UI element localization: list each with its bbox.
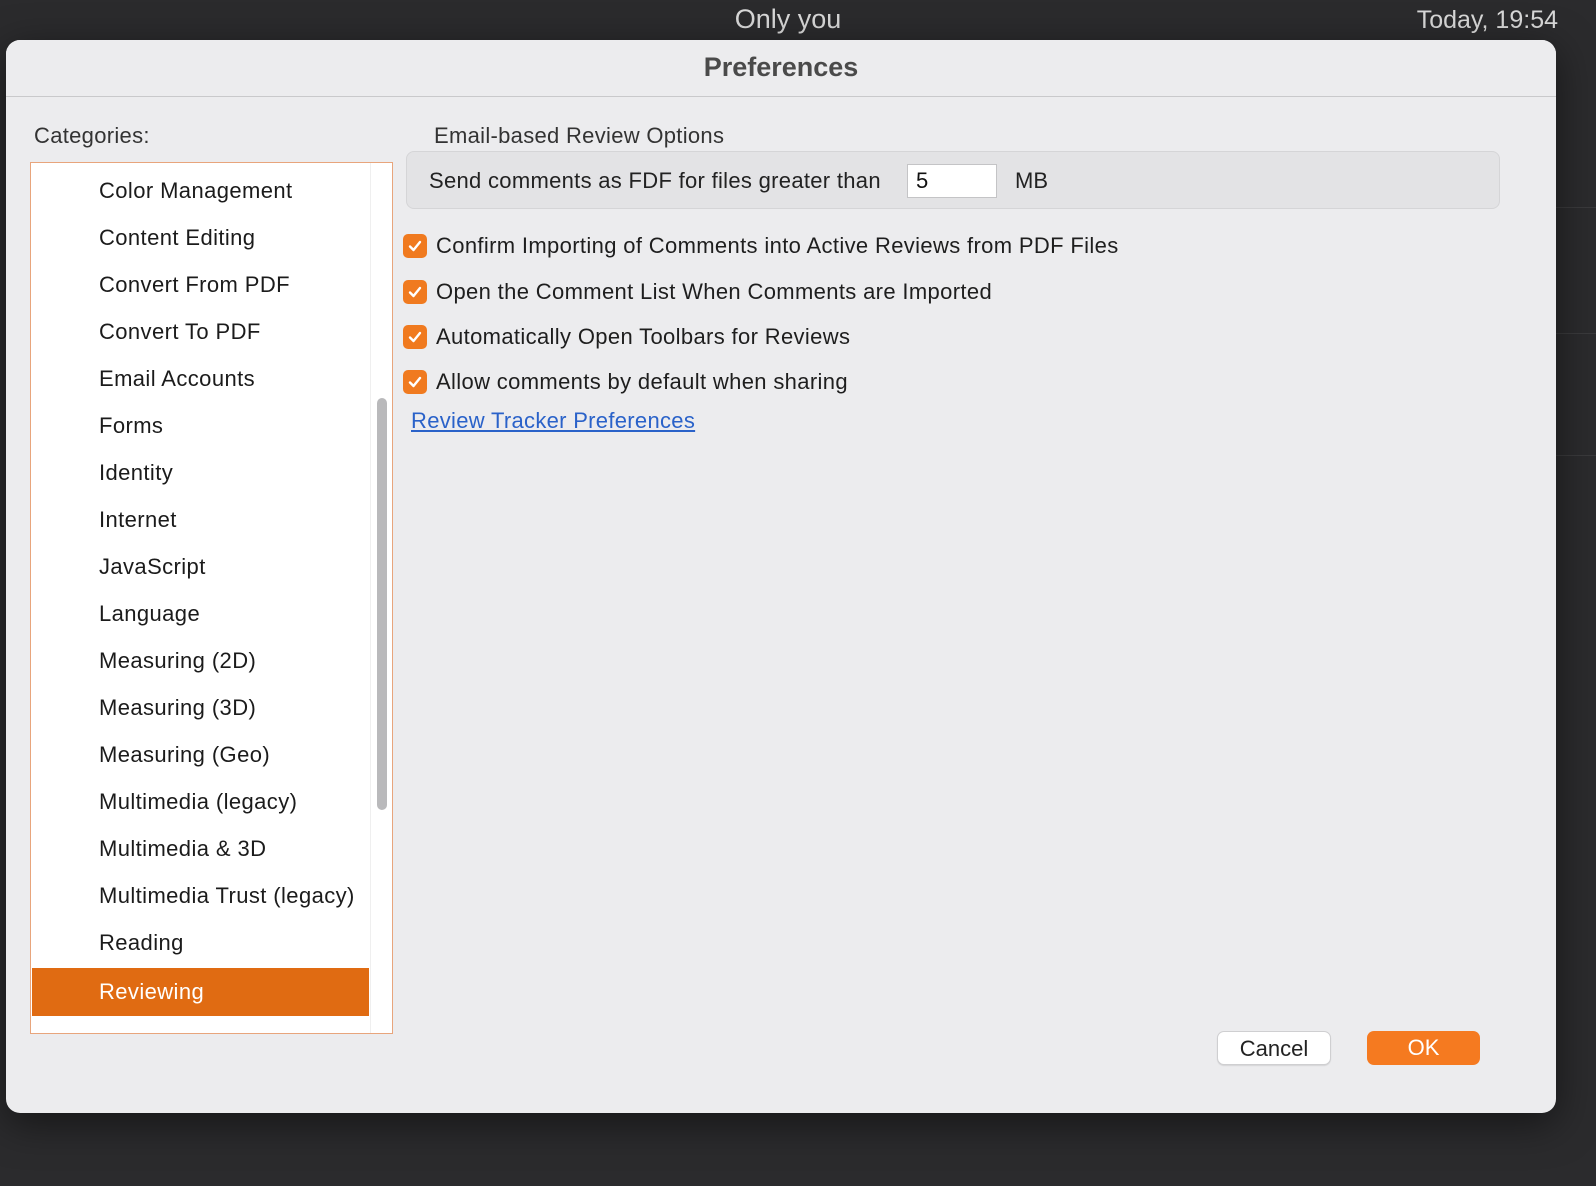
category-item-forms[interactable]: Forms	[32, 402, 369, 450]
checkmark-icon	[408, 376, 422, 388]
category-item-label: Content Editing	[99, 225, 256, 250]
option-label: Allow comments by default when sharing	[436, 369, 848, 394]
category-item-multimedia-legacy[interactable]: Multimedia (legacy)	[32, 778, 369, 826]
option-allow-comments[interactable]: Allow comments by default when sharing	[403, 367, 848, 397]
categories-label: Categories:	[34, 123, 150, 148]
category-scrollbar[interactable]	[370, 163, 392, 1033]
background-divider	[1556, 207, 1596, 208]
category-item-label: Convert From PDF	[99, 272, 290, 297]
category-item-label: Measuring (Geo)	[99, 742, 271, 767]
background-divider	[1556, 333, 1596, 334]
background-divider	[1556, 455, 1596, 456]
option-label: Open the Comment List When Comments are …	[436, 279, 993, 304]
category-item-multimedia-3d[interactable]: Multimedia & 3D	[32, 825, 369, 873]
category-item-label: Internet	[99, 507, 177, 532]
checkmark-icon	[408, 331, 422, 343]
category-item-label: Language	[99, 601, 201, 626]
option-label: Confirm Importing of Comments into Activ…	[436, 233, 1119, 258]
category-item-measuring-2d[interactable]: Measuring (2D)	[32, 637, 369, 685]
category-item-internet[interactable]: Internet	[32, 496, 369, 544]
fdf-size-input[interactable]	[907, 164, 997, 198]
preferences-dialog: Preferences Categories: Color Management…	[6, 40, 1556, 1113]
category-item-label: Reading	[99, 930, 184, 955]
category-item-label: Measuring (3D)	[99, 695, 257, 720]
category-item-language[interactable]: Language	[32, 590, 369, 638]
category-item-color-management[interactable]: Color Management	[32, 167, 369, 215]
category-item-label: Color Management	[99, 178, 293, 203]
category-item-identity[interactable]: Identity	[32, 449, 369, 497]
option-confirm-importing[interactable]: Confirm Importing of Comments into Activ…	[403, 231, 1119, 261]
category-item-label: Convert To PDF	[99, 319, 261, 344]
category-item-email-accounts[interactable]: Email Accounts	[32, 355, 369, 403]
category-item-reading[interactable]: Reading	[32, 919, 369, 967]
fdf-size-group: Send comments as FDF for files greater t…	[406, 151, 1500, 209]
dialog-titlebar: Preferences	[6, 40, 1556, 97]
email-review-section-title: Email-based Review Options	[434, 123, 725, 148]
checkbox-confirm-importing[interactable]	[403, 234, 427, 258]
category-item-multimedia-trust-legacy[interactable]: Multimedia Trust (legacy)	[32, 872, 369, 920]
category-item-measuring-3d[interactable]: Measuring (3D)	[32, 684, 369, 732]
category-item-convert-to-pdf[interactable]: Convert To PDF	[32, 308, 369, 356]
background-window-title: Only you	[734, 4, 842, 34]
category-item-label: JavaScript	[99, 554, 206, 579]
background-window-time: Today, 19:54	[1416, 6, 1558, 34]
category-item-measuring-geo[interactable]: Measuring (Geo)	[32, 731, 369, 779]
category-list[interactable]: Color Management Content Editing Convert…	[30, 162, 393, 1034]
category-item-convert-from-pdf[interactable]: Convert From PDF	[32, 261, 369, 309]
fdf-size-label: Send comments as FDF for files greater t…	[429, 168, 881, 193]
category-item-reviewing[interactable]: Reviewing	[32, 968, 369, 1016]
checkbox-open-comment-list[interactable]	[403, 280, 427, 304]
category-item-label: Reviewing	[99, 979, 205, 1004]
category-item-content-editing[interactable]: Content Editing	[32, 214, 369, 262]
option-open-comment-list[interactable]: Open the Comment List When Comments are …	[403, 277, 992, 307]
category-item-label: Measuring (2D)	[99, 648, 257, 673]
checkbox-open-toolbars[interactable]	[403, 325, 427, 349]
category-item-javascript[interactable]: JavaScript	[32, 543, 369, 591]
category-item-label: Identity	[99, 460, 174, 485]
review-tracker-preferences-link[interactable]: Review Tracker Preferences	[411, 408, 695, 434]
cancel-button[interactable]: Cancel	[1217, 1031, 1331, 1065]
checkmark-icon	[408, 240, 422, 252]
category-item-label: Multimedia & 3D	[99, 836, 267, 861]
checkmark-icon	[408, 286, 422, 298]
option-open-toolbars[interactable]: Automatically Open Toolbars for Reviews	[403, 322, 850, 352]
category-scrollbar-thumb[interactable]	[377, 398, 387, 810]
ok-button[interactable]: OK	[1367, 1031, 1480, 1065]
category-item-label: Multimedia Trust (legacy)	[99, 883, 355, 908]
category-item-label: Email Accounts	[99, 366, 256, 391]
dialog-title: Preferences	[703, 52, 859, 82]
fdf-size-unit: MB	[1015, 168, 1048, 193]
category-item-label: Multimedia (legacy)	[99, 789, 298, 814]
checkbox-allow-comments[interactable]	[403, 370, 427, 394]
background-window-header: Only you Today, 19:54	[0, 0, 1596, 42]
option-label: Automatically Open Toolbars for Reviews	[436, 324, 851, 349]
category-item-label: Forms	[99, 413, 164, 438]
